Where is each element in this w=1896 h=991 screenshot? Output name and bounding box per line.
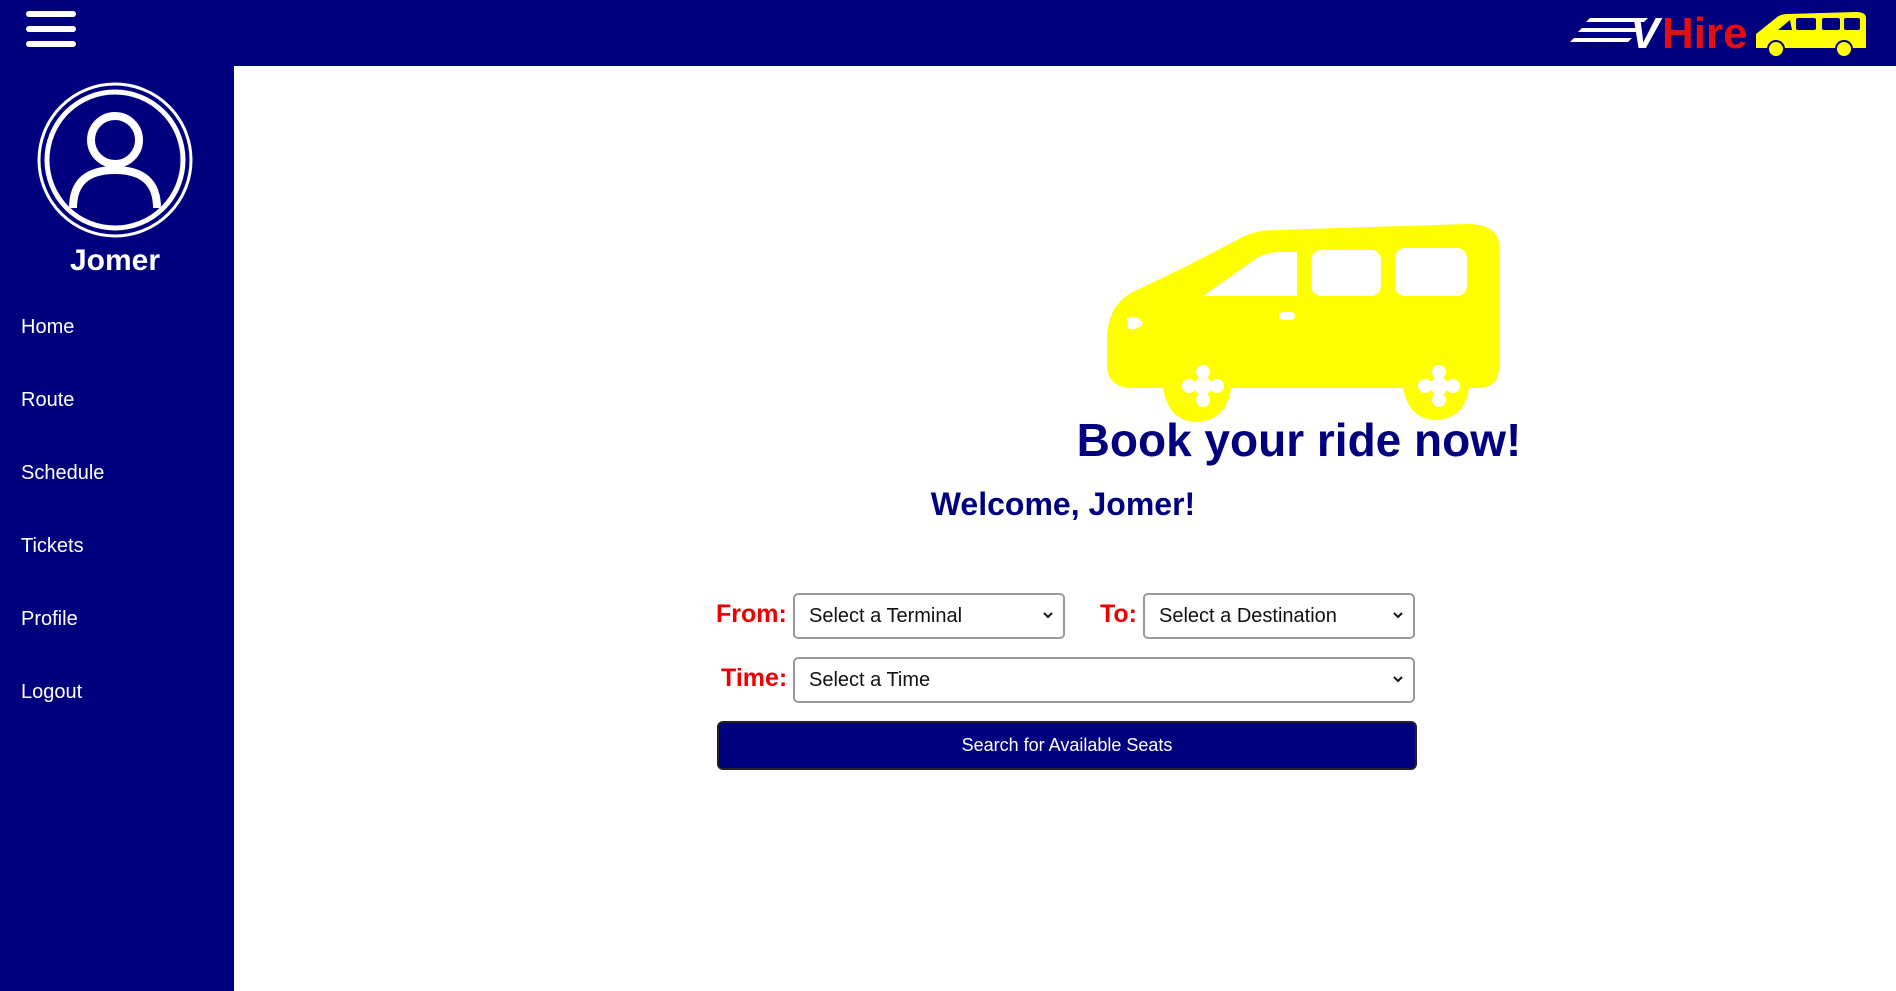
username: Jomer <box>69 244 161 277</box>
brand-prefix: V <box>1630 9 1663 58</box>
user-avatar-icon[interactable] <box>37 82 193 238</box>
chevron-down-icon <box>1393 676 1403 683</box>
sidebar: Jomer Home Route Schedule Tickets Profil… <box>0 66 234 991</box>
to-label: To: <box>1100 600 1138 628</box>
sidebar-item-tickets[interactable]: Tickets <box>0 535 234 608</box>
from-terminal-select[interactable]: Select a Terminal <box>793 593 1065 639</box>
brand-van-icon <box>1756 12 1866 58</box>
sidebar-item-home[interactable]: Home <box>0 316 234 389</box>
from-label: From: <box>716 600 787 628</box>
sidebar-item-route[interactable]: Route <box>0 389 234 462</box>
from-terminal-value: Select a Terminal <box>809 605 963 627</box>
chevron-down-icon <box>1393 612 1403 619</box>
hero-text: Book your ride now! <box>1077 414 1517 466</box>
welcome-heading: Welcome, Jomer! <box>930 486 1196 522</box>
hero-van-image: Book your ride now! <box>1077 224 1517 466</box>
sidebar-item-profile[interactable]: Profile <box>0 608 234 681</box>
vhire-logo[interactable]: V Hire <box>1570 4 1870 62</box>
chevron-down-icon <box>1043 612 1053 619</box>
sidebar-item-schedule[interactable]: Schedule <box>0 462 234 535</box>
main-content: Book your ride now! Welcome, Jomer! From… <box>234 66 1896 991</box>
to-destination-select[interactable]: Select a Destination <box>1143 593 1415 639</box>
to-destination-value: Select a Destination <box>1159 605 1337 627</box>
search-seats-button[interactable]: Search for Available Seats <box>717 721 1417 770</box>
sidebar-item-logout[interactable]: Logout <box>0 681 234 754</box>
time-value: Select a Time <box>809 669 931 691</box>
time-select[interactable]: Select a Time <box>793 657 1415 703</box>
sidebar-nav: Home Route Schedule Tickets Profile Logo… <box>0 316 234 754</box>
hamburger-menu-icon[interactable] <box>26 8 76 50</box>
time-label: Time: <box>721 664 788 692</box>
top-bar: V Hire <box>0 0 1896 66</box>
brand-suffix: Hire <box>1662 9 1748 58</box>
